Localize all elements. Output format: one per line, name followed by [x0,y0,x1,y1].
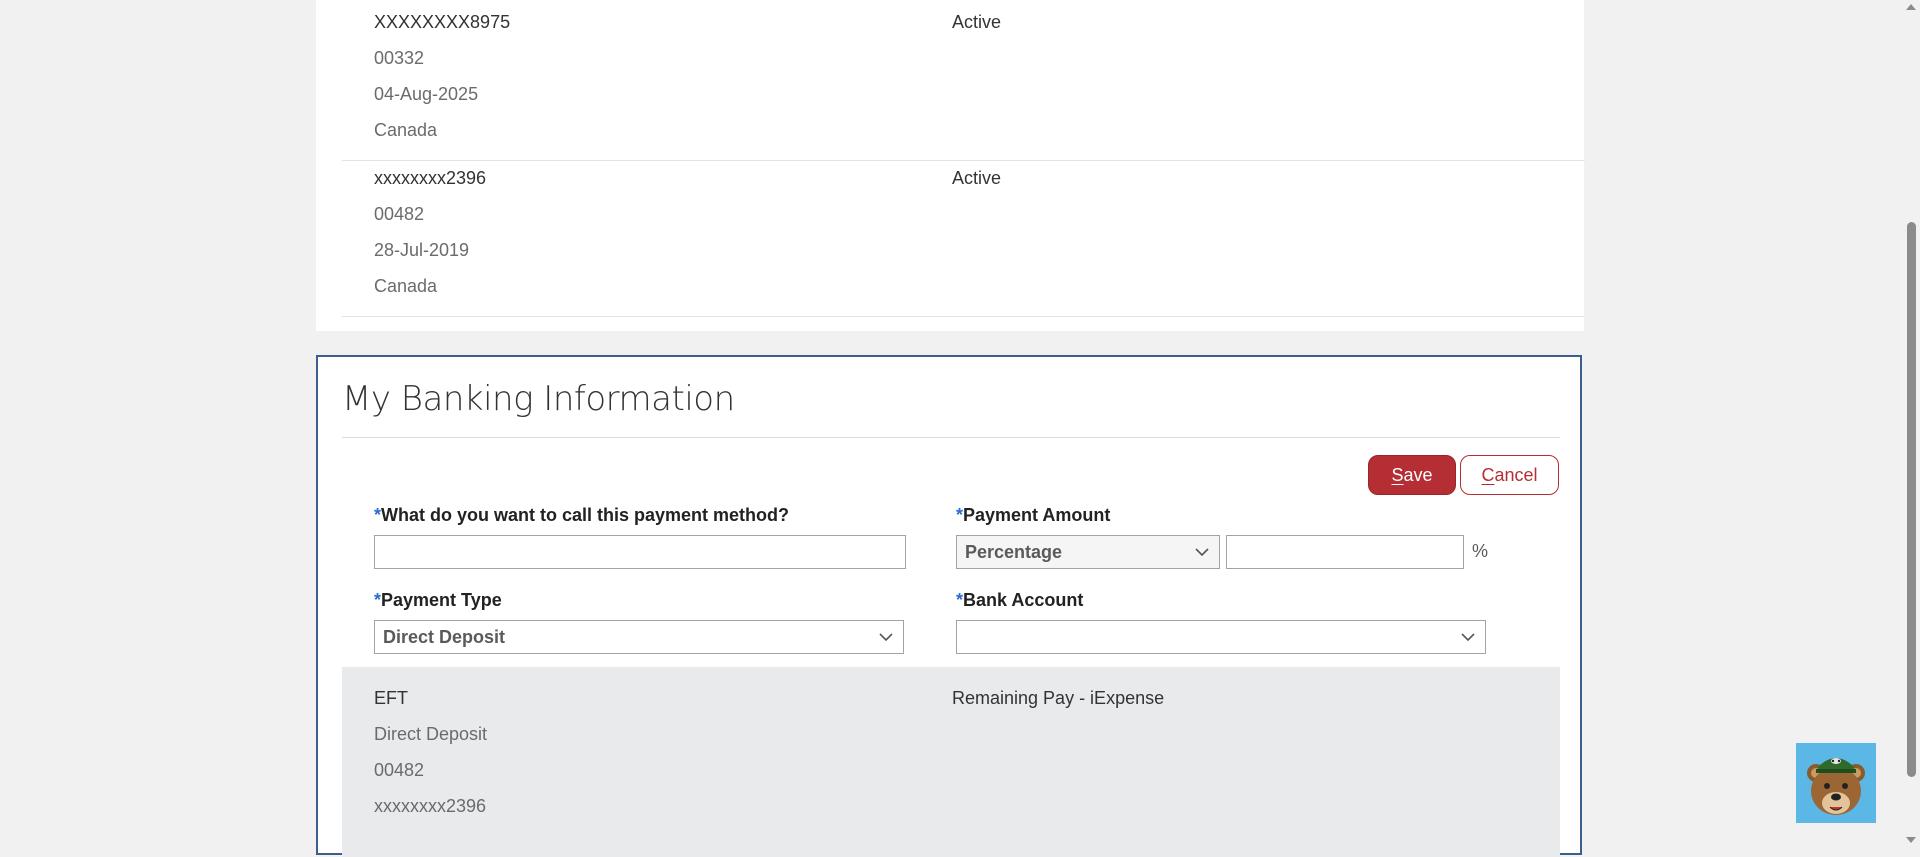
scroll-up-icon[interactable] [1906,4,1916,10]
save-label-rest: ave [1403,464,1433,485]
payment-method-name-label-text: What do you want to call this payment me… [381,505,790,525]
required-marker: * [374,505,382,525]
payment-amount-label: *Payment Amount [956,505,1110,526]
account-row[interactable]: XXXXXXXX8975 00332 04-Aug-2025 Canada Ac… [342,4,1585,161]
payment-type-label-text: Payment Type [381,590,502,610]
bank-account-label: *Bank Account [956,590,1083,611]
chevron-down-icon [1195,536,1209,568]
payment-type-select[interactable]: Direct Deposit [374,620,904,654]
payment-method-name-input[interactable] [374,535,906,569]
payment-method-name-label: *What do you want to call this payment m… [374,505,789,526]
required-marker: * [374,590,382,610]
account-number: xxxxxxxx2396 [374,168,487,188]
title-divider [342,437,1560,438]
payment-type-label: *Payment Type [374,590,502,611]
account-list-card: XXXXXXXX8975 00332 04-Aug-2025 Canada Ac… [316,0,1585,331]
summary-payment-type: Direct Deposit [374,724,488,744]
payment-amount-type-select[interactable]: Percentage [956,535,1220,569]
summary-details: EFT Direct Deposit 00482 xxxxxxxx2396 [374,680,487,824]
account-code: 00332 [374,48,425,68]
account-status: Active [952,168,1002,188]
account-country: Canada [374,276,438,296]
summary-code: 00482 [374,760,425,780]
required-marker: * [956,505,964,525]
summary-amount-description: Remaining Pay - iExpense [952,688,1165,708]
cancel-button[interactable]: Cancel [1460,455,1559,495]
chevron-down-icon [879,621,893,653]
account-status: Active [952,12,1002,32]
save-button[interactable]: Save [1368,455,1456,495]
scroll-down-icon[interactable] [1906,837,1916,843]
payment-amount-label-text: Payment Amount [963,505,1111,525]
account-country: Canada [374,120,438,140]
payment-amount-input[interactable] [1226,535,1464,569]
bank-account-label-text: Bank Account [963,590,1084,610]
account-code: 00482 [374,204,425,224]
summary-account-number: xxxxxxxx2396 [374,796,487,816]
account-date: 04-Aug-2025 [374,84,479,104]
required-marker: * [956,590,964,610]
page-scrollbar[interactable] [1903,0,1920,847]
percent-unit: % [1472,541,1489,561]
bank-account-select[interactable] [956,620,1486,654]
account-date: 28-Jul-2019 [374,240,470,260]
account-number: XXXXXXXX8975 [374,12,511,32]
cancel-label-rest: ancel [1494,464,1538,485]
save-access-key: S [1391,464,1404,485]
payment-amount-type-value: Percentage [965,542,1063,562]
banking-info-panel: My Banking Information Save Cancel *What… [316,355,1582,857]
cancel-access-key: C [1481,464,1495,485]
account-details: XXXXXXXX8975 00332 04-Aug-2025 Canada [374,4,510,148]
payment-method-summary: EFT Direct Deposit 00482 xxxxxxxx2396 Re… [342,667,1560,857]
payment-type-value: Direct Deposit [383,627,506,647]
account-details: xxxxxxxx2396 00482 28-Jul-2019 Canada [374,160,486,304]
bear-mascot-icon[interactable] [1796,743,1876,823]
scrollbar-thumb[interactable] [1907,222,1916,777]
summary-method: EFT [374,688,408,708]
chevron-down-icon [1461,621,1475,653]
account-row[interactable]: xxxxxxxx2396 00482 28-Jul-2019 Canada Ac… [342,160,1585,317]
page-title: My Banking Information [342,379,735,419]
